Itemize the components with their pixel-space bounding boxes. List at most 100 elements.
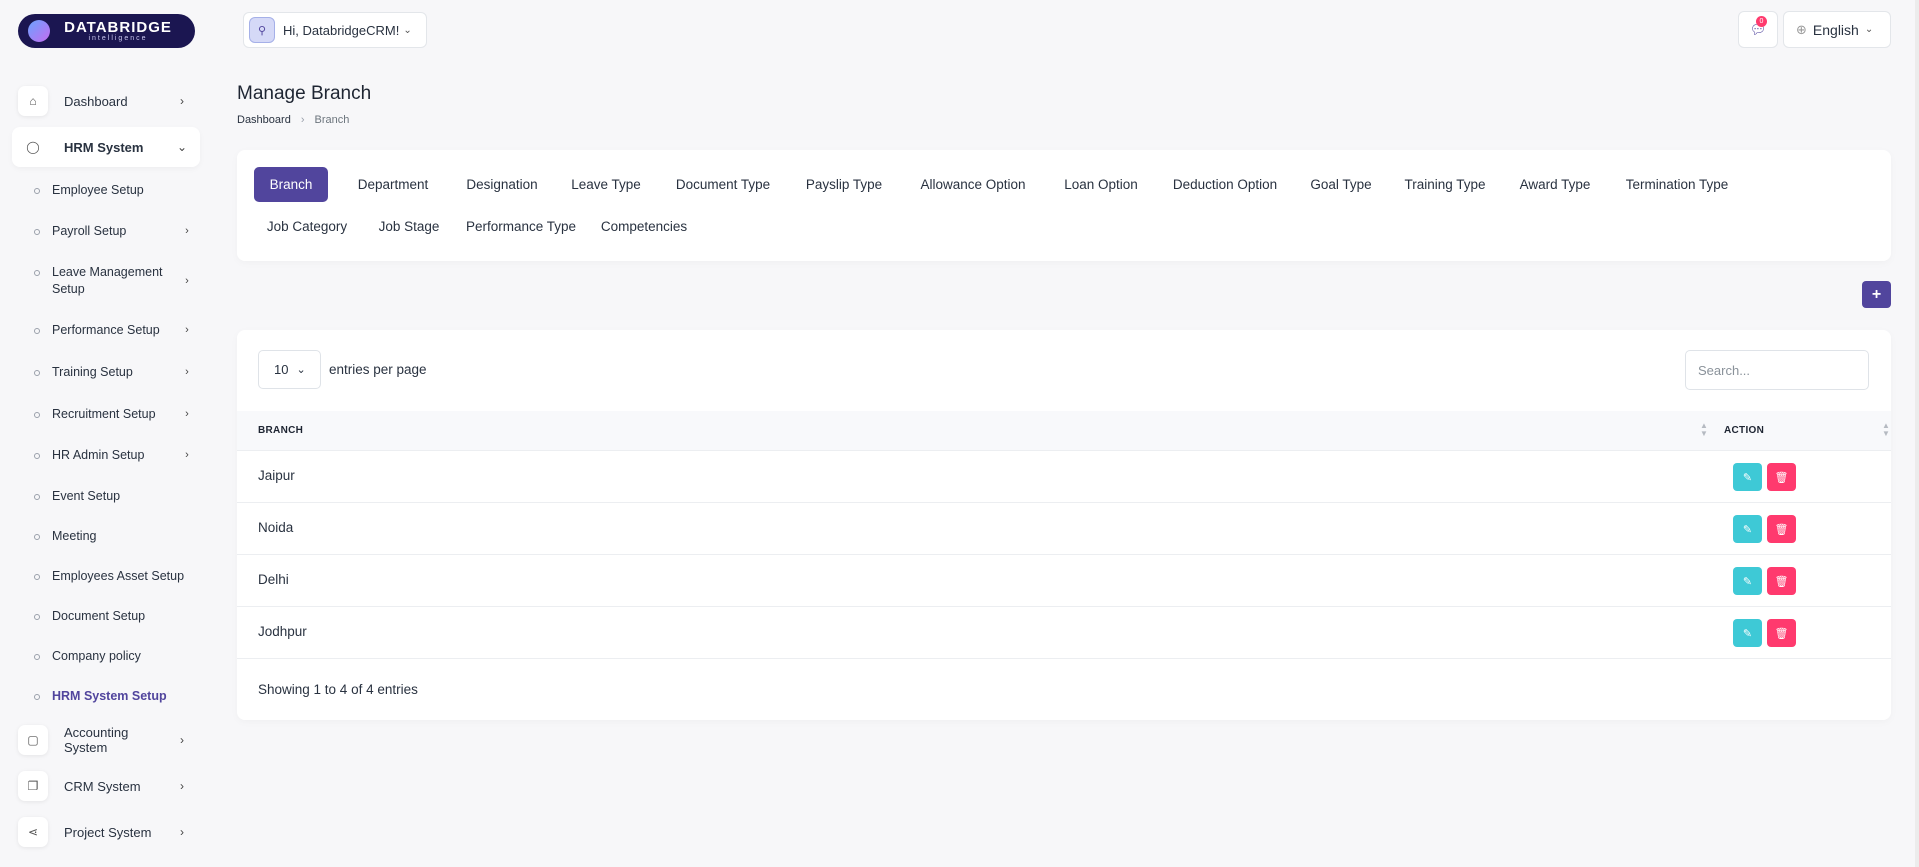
messages-button[interactable]: 💬︎ 0 [1738,11,1778,48]
chevron-down-icon: ⌄ [1864,24,1874,35]
delete-button[interactable]: 🗑︎ [1767,619,1796,647]
chevron-down-icon: ⌄ [403,24,412,36]
chevron-down-icon: ⌄ [176,140,188,154]
sidebar-sub-item-employee-setup[interactable]: Employee Setup [34,182,194,199]
tab-job-category[interactable]: Job Category [254,209,360,244]
tab-training-type[interactable]: Training Type [1392,167,1498,202]
tab-award-type[interactable]: Award Type [1508,167,1602,202]
tab-termination-type[interactable]: Termination Type [1612,167,1742,202]
tab-branch[interactable]: Branch [254,167,328,202]
pencil-icon: ✎ [1742,471,1753,484]
sub-item-label: Event Setup [52,489,121,503]
language-selector[interactable]: ⊕ English ⌄ [1783,11,1891,48]
branch-name: Jaipur [258,468,295,483]
sidebar-item-dashboard[interactable]: ⌂ Dashboard › [12,81,200,121]
trash-icon: 🗑︎ [1774,575,1789,588]
sidebar-item-hrm-system[interactable]: ◯ HRM System ⌄ [12,127,200,167]
box-icon: ▢ [18,725,48,755]
entries-per-page-select[interactable]: 10 ⌄ [258,350,321,389]
table-row: Noida ✎ 🗑︎ [237,503,1891,555]
trash-icon: 🗑︎ [1774,627,1789,640]
add-branch-button[interactable]: + [1862,281,1891,308]
column-header-action[interactable]: ACTION [1724,425,1764,436]
user-menu-button[interactable]: ⚲ Hi, DatabridgeCRM! ⌄ [243,12,427,48]
sub-item-label: HRM System Setup [52,689,167,703]
tab-job-stage[interactable]: Job Stage [370,209,448,244]
sidebar-item-project-system[interactable]: ⋖ Project System › [12,812,200,852]
column-header-branch[interactable]: BRANCH [258,425,303,436]
delete-button[interactable]: 🗑︎ [1767,515,1796,543]
sidebar-sub-item-hrm-system-setup[interactable]: HRM System Setup [34,688,194,705]
bullet-icon [34,412,40,418]
tab-performance-type[interactable]: Performance Type [458,209,584,244]
sidebar-sub-item-event-setup[interactable]: Event Setup [34,488,194,505]
globe-icon: ⊕ [1796,21,1807,37]
sub-item-label: Company policy [52,649,141,663]
chevron-right-icon: › [185,225,189,237]
tab-competencies[interactable]: Competencies [594,209,694,244]
brand-logo[interactable]: DATABRIDGE intelligence [18,14,195,48]
sub-item-label: Employee Setup [52,183,144,197]
sidebar-sub-item-leave-management-setup[interactable]: Leave Management Setup › [34,264,194,298]
databridge-logo-icon [28,20,50,42]
trash-icon: 🗑︎ [1774,523,1789,536]
sidebar-sub-item-hr-admin-setup[interactable]: HR Admin Setup › [34,447,194,464]
sort-icon[interactable]: ▲ ▼ [1882,422,1890,438]
sub-item-label: Leave Management Setup [52,265,163,296]
edit-button[interactable]: ✎ [1733,463,1762,491]
edit-button[interactable]: ✎ [1733,515,1762,543]
sidebar-sub-item-meeting[interactable]: Meeting [34,528,194,545]
tab-allowance-option[interactable]: Allowance Option [905,167,1041,202]
tab-leave-type[interactable]: Leave Type [560,167,652,202]
sidebar-sub-item-document-setup[interactable]: Document Setup [34,608,194,625]
delete-button[interactable]: 🗑︎ [1767,567,1796,595]
tab-loan-option[interactable]: Loan Option [1052,167,1150,202]
sidebar-item-crm-system[interactable]: ❐ CRM System › [12,766,200,806]
bullet-icon [34,574,40,580]
branch-name: Noida [258,520,294,535]
tab-designation[interactable]: Designation [454,167,550,202]
bullet-icon [34,614,40,620]
sidebar-sub-item-performance-setup[interactable]: Performance Setup › [34,322,194,339]
tab-document-type[interactable]: Document Type [663,167,783,202]
chevron-right-icon: › [180,94,184,108]
chevron-right-icon: › [185,449,189,461]
sidebar-item-accounting-system[interactable]: ▢ Accounting System › [12,720,200,760]
bullet-icon [34,453,40,459]
language-label: English [1812,21,1859,38]
tab-goal-type[interactable]: Goal Type [1300,167,1382,202]
edit-button[interactable]: ✎ [1733,619,1762,647]
bullet-icon [34,654,40,660]
bullet-icon [34,534,40,540]
tab-department[interactable]: Department [343,167,443,202]
table-footer-info: Showing 1 to 4 of 4 entries [258,682,418,697]
sidebar-sub-item-company-policy[interactable]: Company policy [34,648,194,665]
page-scrollbar[interactable] [1915,0,1919,867]
avatar: ⚲ [249,17,275,43]
sidebar-sub-item-employees-asset-setup[interactable]: Employees Asset Setup [34,568,194,585]
bullet-icon [34,229,40,235]
per-page-value: 10 [274,362,289,377]
brand-title: DATABRIDGE [64,18,172,36]
sidebar-sub-item-training-setup[interactable]: Training Setup › [34,364,194,381]
chevron-right-icon: › [180,733,184,747]
page-title: Manage Branch [237,83,372,104]
delete-button[interactable]: 🗑︎ [1767,463,1796,491]
entries-per-page-label: entries per page [329,362,427,377]
edit-button[interactable]: ✎ [1733,567,1762,595]
home-icon: ⌂ [18,86,48,116]
search-input[interactable] [1685,350,1869,390]
tab-payslip-type[interactable]: Payslip Type [794,167,894,202]
breadcrumb-dashboard-link[interactable]: Dashboard [237,114,291,126]
tab-deduction-option[interactable]: Deduction Option [1161,167,1289,202]
chevron-right-icon: › [180,779,184,793]
sort-icon[interactable]: ▲ ▼ [1700,422,1708,438]
sidebar-item-label: Accounting System [64,725,129,755]
sub-item-label: Recruitment Setup [52,407,156,421]
sidebar-sub-item-payroll-setup[interactable]: Payroll Setup › [34,223,194,240]
pencil-icon: ✎ [1742,523,1753,536]
setup-tabs-card: Branch Department Designation Leave Type… [237,150,1891,261]
table-row: Delhi ✎ 🗑︎ [237,555,1891,607]
sidebar-sub-item-recruitment-setup[interactable]: Recruitment Setup › [34,406,194,423]
user-greeting: Hi, DatabridgeCRM! [283,22,400,38]
